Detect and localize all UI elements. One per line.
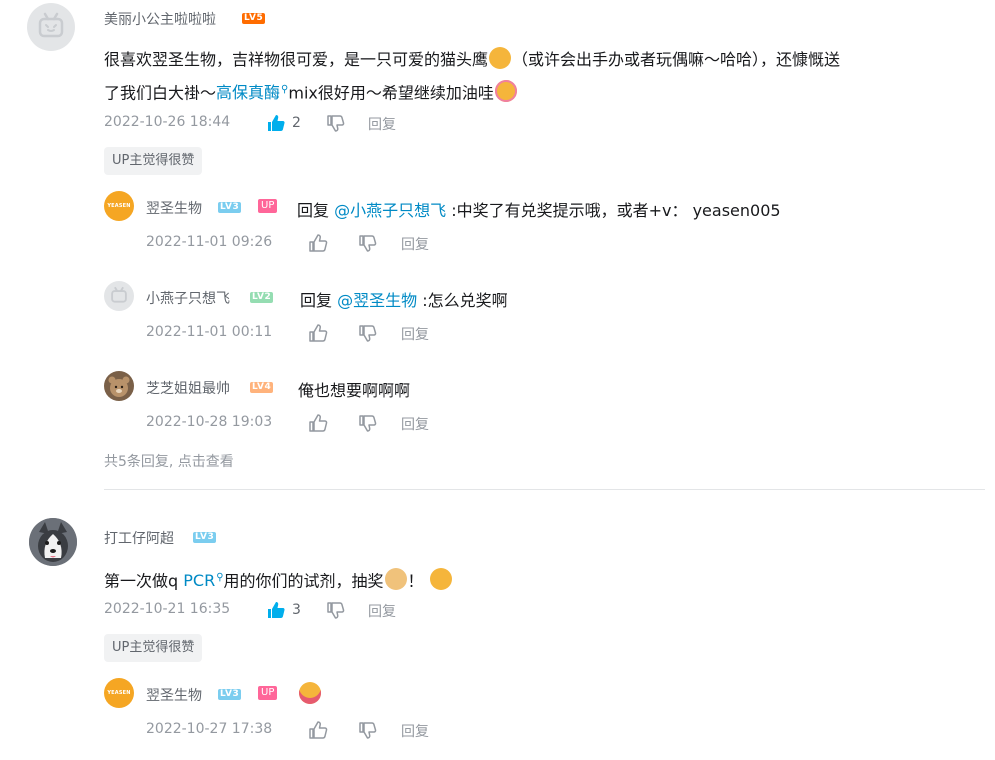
yeasen-logo: YEASEN — [107, 690, 131, 696]
dislike-button[interactable] — [325, 600, 345, 620]
search-link[interactable]: 高保真酶⚲ — [216, 83, 288, 102]
thumbs-down-icon — [327, 115, 345, 132]
reply-button[interactable]: 回复 — [401, 721, 429, 741]
thumbs-up-icon — [309, 414, 328, 432]
reply-button[interactable]: 回复 — [401, 234, 429, 254]
like-button[interactable] — [308, 413, 328, 433]
reply-button[interactable]: 回复 — [401, 414, 429, 434]
default-avatar-icon — [111, 286, 127, 303]
username[interactable]: 翌圣生物 — [146, 198, 202, 218]
up-liked-tag: UP主觉得很赞 — [104, 147, 203, 175]
dislike-button[interactable] — [357, 323, 377, 343]
timestamp: 2022-10-27 17:38 — [146, 721, 273, 737]
husky-avatar-icon — [29, 518, 77, 566]
avatar[interactable] — [104, 281, 134, 311]
reply-button[interactable]: 回复 — [368, 601, 396, 621]
like-button[interactable] — [308, 233, 328, 253]
doge-emoji-icon — [384, 568, 407, 591]
divider — [104, 489, 985, 490]
default-avatar-icon — [38, 12, 64, 38]
level-badge: LV3 — [218, 202, 242, 213]
shocked-emoji-icon — [429, 568, 452, 591]
level-badge: LV3 — [218, 689, 242, 700]
yeasen-logo: YEASEN — [107, 203, 131, 209]
reply-button[interactable]: 回复 — [368, 114, 396, 134]
timestamp: 2022-10-21 16:35 — [104, 601, 231, 617]
reply-text: 回复 @翌圣生物 :怎么兑奖啊 — [300, 291, 508, 310]
view-more-replies[interactable]: 共5条回复, 点击查看 — [104, 451, 234, 471]
bear-avatar-icon — [108, 376, 130, 397]
reply-button[interactable]: 回复 — [401, 324, 429, 344]
dislike-button[interactable] — [357, 233, 377, 253]
mention-link[interactable]: @翌圣生物 — [337, 291, 417, 310]
like-button[interactable] — [308, 323, 328, 343]
avatar[interactable]: YEASEN — [104, 191, 134, 221]
like-button[interactable]: 2 — [266, 113, 301, 133]
reply-text: 俺也想要啊啊啊 — [298, 381, 411, 400]
level-badge: LV3 — [193, 532, 217, 543]
shocked-emoji-icon — [489, 47, 512, 69]
level-badge: LV5 — [242, 13, 266, 24]
blushing-emoji-icon — [299, 682, 321, 704]
comment-text: 很喜欢翌圣生物，吉祥物很可爱，是一只可爱的猫头鹰 （或许会出手办或者玩偶嘛～哈哈）… — [104, 45, 840, 108]
level-badge: LV2 — [250, 292, 274, 303]
like-button[interactable]: 3 — [266, 600, 301, 620]
cheer-emoji-icon — [494, 80, 517, 103]
thumbs-down-icon — [327, 602, 345, 619]
reply-text: 回复 @小燕子只想飞 :中奖了有兑奖提示哦，或者+v： yeasen005 — [297, 201, 781, 220]
thumbs-down-icon — [359, 235, 377, 252]
up-badge: UP — [258, 199, 278, 213]
thumbs-up-icon — [309, 324, 328, 342]
thumbs-down-icon — [359, 722, 377, 739]
username[interactable]: 芝芝姐姐最帅 — [146, 378, 230, 398]
username[interactable]: 小燕子只想飞 — [146, 288, 230, 308]
dislike-button[interactable] — [357, 413, 377, 433]
like-button[interactable] — [308, 720, 328, 740]
up-liked-tag: UP主觉得很赞 — [104, 634, 203, 662]
timestamp: 2022-11-01 00:11 — [146, 324, 273, 340]
thumbs-up-icon — [268, 115, 285, 131]
avatar[interactable] — [104, 371, 134, 401]
thumbs-down-icon — [359, 415, 377, 432]
username[interactable]: 打工仔阿超 — [104, 528, 174, 548]
thumbs-down-icon — [359, 325, 377, 342]
username[interactable]: 翌圣生物 — [146, 685, 202, 705]
dislike-button[interactable] — [325, 113, 345, 133]
comment-text: 第一次做q PCR⚲用的你们的试剂，抽奖！ — [104, 563, 453, 596]
timestamp: 2022-10-28 19:03 — [146, 414, 273, 430]
username[interactable]: 美丽小公主啦啦啦 — [104, 9, 216, 29]
avatar[interactable]: YEASEN — [104, 678, 134, 708]
search-icon: ⚲ — [216, 572, 224, 583]
thumbs-up-icon — [309, 234, 328, 252]
thumbs-up-icon — [268, 602, 285, 618]
timestamp: 2022-11-01 09:26 — [146, 234, 273, 250]
timestamp: 2022-10-26 18:44 — [104, 114, 231, 130]
thumbs-up-icon — [309, 721, 328, 739]
up-badge: UP — [258, 686, 278, 700]
mention-link[interactable]: @小燕子只想飞 — [334, 201, 446, 220]
avatar[interactable] — [27, 3, 75, 51]
search-link[interactable]: PCR⚲ — [183, 571, 223, 590]
level-badge: LV4 — [250, 382, 274, 393]
dislike-button[interactable] — [357, 720, 377, 740]
avatar[interactable] — [29, 518, 77, 566]
